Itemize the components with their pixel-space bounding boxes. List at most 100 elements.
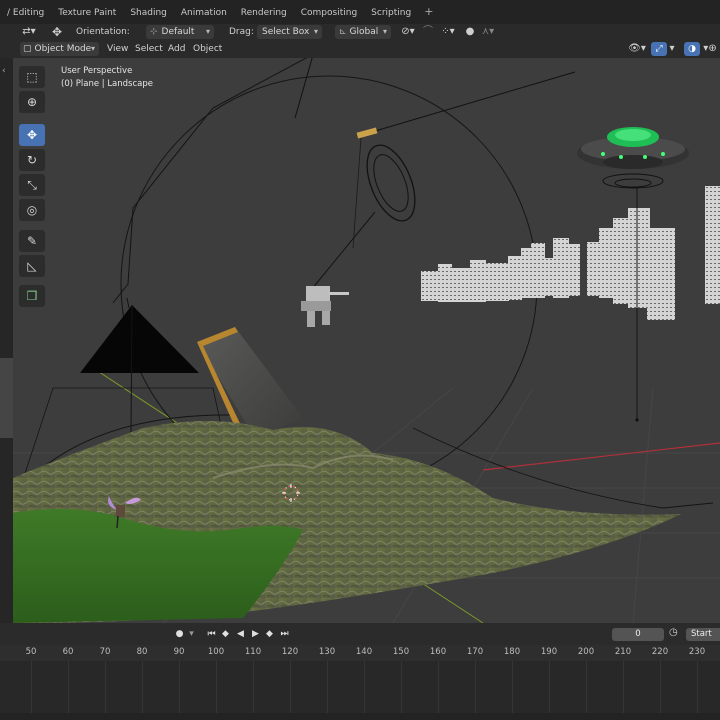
snap-icon[interactable]: ⌒ <box>422 24 434 40</box>
tool-settings-header: ⇄▾ ✥ Orientation: ⊹ Default ▾ Drag: Selec… <box>0 24 720 40</box>
add-cube-tool-icon[interactable]: ❒ <box>19 285 45 307</box>
ruler-tick: 110 <box>244 647 262 657</box>
ruler-tick: 200 <box>577 647 595 657</box>
move-tool-icon[interactable]: ✥ <box>19 124 45 146</box>
status-bar <box>0 713 720 720</box>
rotate-tool-icon[interactable]: ↻ <box>19 149 45 171</box>
play-icon[interactable]: ▶ <box>250 628 261 640</box>
chevron-down-icon: ▾ <box>313 27 318 36</box>
ruler-tick: 90 <box>173 647 185 657</box>
visibility-icon[interactable]: 👁▾ <box>626 41 648 57</box>
cursor-tool-icon[interactable]: ⊕ <box>19 91 45 113</box>
measure-tool-icon[interactable]: ◺ <box>19 255 45 277</box>
scale-tool-icon[interactable]: ⤡ <box>19 174 45 196</box>
drag-label: Drag: <box>229 27 254 37</box>
chevron-left-icon[interactable]: ‹ <box>2 66 6 76</box>
tab-shading[interactable]: Shading <box>123 0 174 24</box>
annotate-tool-icon[interactable]: ✎ <box>19 230 45 252</box>
timeline-header: ● ▾ ⏮ ◆ ◀ ▶ ◆ ⏭ 0 ◷ Start <box>0 623 720 645</box>
orientation-label: Orientation: <box>76 27 130 37</box>
spotlight-cone <box>366 144 416 222</box>
falloff-icon[interactable]: ⋏▾ <box>478 24 498 40</box>
jump-end-icon[interactable]: ⏭ <box>279 628 290 640</box>
viewport-shading-icon[interactable]: ▾⊕ <box>700 41 720 57</box>
tab-texture-paint[interactable]: Texture Paint <box>51 0 123 24</box>
menu-select[interactable]: Select <box>135 40 163 58</box>
chevron-down-icon: ▾ <box>382 27 387 36</box>
ruler-tick: 80 <box>136 647 148 657</box>
ruler-tick: 230 <box>688 647 706 657</box>
orientation-value: Default <box>161 27 195 37</box>
wire-curve <box>112 58 308 309</box>
city-buildings <box>421 186 720 320</box>
orientation-icon: ⊹ <box>150 27 158 37</box>
ruler-tick: 100 <box>207 647 225 657</box>
workspace-tabs: / Editing Texture Paint Shading Animatio… <box>0 0 720 24</box>
3d-viewport[interactable]: User Perspective (0) Plane | Landscape ⬚… <box>13 58 720 623</box>
tab-compositing[interactable]: Compositing <box>294 0 364 24</box>
ruler-tick: 60 <box>62 647 74 657</box>
ruler-tick: 140 <box>355 647 373 657</box>
adjacent-editor-preview <box>0 358 13 438</box>
pyramid-object <box>80 305 199 373</box>
ruler-tick: 130 <box>318 647 336 657</box>
snap-target-icon[interactable]: ⁘▾ <box>436 24 460 40</box>
transform-space-value: Global <box>349 27 379 37</box>
proportional-edit-icon[interactable]: ● <box>464 24 476 40</box>
prev-keyframe-icon[interactable]: ◆ <box>220 628 231 640</box>
light-direction-line <box>364 71 576 135</box>
spotlight-cone-inner <box>373 154 409 212</box>
keyframe-dot-icon[interactable]: ● <box>174 628 185 640</box>
tab-rendering[interactable]: Rendering <box>234 0 294 24</box>
tab-animation[interactable]: Animation <box>174 0 234 24</box>
global-axes-icon: ⊾ <box>339 27 347 37</box>
transform-gizmo-icon[interactable]: ✥ <box>48 24 66 40</box>
play-reverse-icon[interactable]: ◀ <box>235 628 246 640</box>
selection-mode-icon[interactable]: ⇄▾ <box>20 24 38 40</box>
start-frame-field[interactable]: Start <box>686 628 720 641</box>
orientation-dropdown[interactable]: ⊹ Default ▾ <box>146 25 214 39</box>
transform-tool-icon[interactable]: ◎ <box>19 199 45 221</box>
next-keyframe-icon[interactable]: ◆ <box>264 628 275 640</box>
ruler-tick: 170 <box>466 647 484 657</box>
object-mode-value: Object Mode <box>34 44 92 54</box>
drag-value: Select Box <box>262 27 310 37</box>
select-box-tool-icon[interactable]: ⬚ <box>19 66 45 88</box>
tab-editing[interactable]: / Editing <box>0 0 51 24</box>
timeline-ruler[interactable]: 50 60 70 80 90 100 110 120 130 140 150 1… <box>0 645 720 661</box>
pivot-point-icon[interactable]: ⊘▾ <box>398 24 418 40</box>
transform-space-dropdown[interactable]: ⊾ Global ▾ <box>335 25 391 39</box>
menu-view[interactable]: View <box>107 40 128 58</box>
ruler-tick: 150 <box>392 647 410 657</box>
left-editor-edge: ‹ <box>0 58 13 623</box>
object-mode-icon: ▢ <box>23 44 32 54</box>
mech-robot <box>301 211 376 327</box>
viewport-header: ▢ Object Mode ▾ View Select Add Object 👁▾… <box>0 40 720 58</box>
scene-render[interactable] <box>13 58 720 623</box>
ruler-tick: 220 <box>651 647 669 657</box>
menu-object[interactable]: Object <box>193 40 222 58</box>
chevron-down-icon[interactable]: ▾ <box>186 628 197 640</box>
add-workspace-button[interactable]: + <box>418 0 439 24</box>
jump-start-icon[interactable]: ⏮ <box>206 628 217 640</box>
current-frame-field[interactable]: 0 <box>612 628 664 641</box>
ruler-tick: 120 <box>281 647 299 657</box>
chevron-down-icon: ▾ <box>90 44 95 53</box>
timeline-body[interactable] <box>0 661 720 713</box>
gizmo-toggle-icon[interactable]: ⤢ <box>651 42 667 56</box>
ruler-tick: 210 <box>614 647 632 657</box>
spot-light-object <box>356 127 378 139</box>
drag-dropdown[interactable]: Select Box ▾ <box>257 25 322 39</box>
x-axis-line <box>482 442 720 471</box>
tab-scripting[interactable]: Scripting <box>364 0 418 24</box>
overlays-toggle-icon[interactable]: ◑ <box>684 42 700 56</box>
viewport-info: User Perspective (0) Plane | Landscape <box>61 65 153 91</box>
ruler-tick: 50 <box>25 647 37 657</box>
ruler-tick: 180 <box>503 647 521 657</box>
menu-add[interactable]: Add <box>168 40 185 58</box>
clock-icon[interactable]: ◷ <box>669 627 678 638</box>
chevron-down-icon: ▾ <box>205 27 210 36</box>
ruler-tick: 190 <box>540 647 558 657</box>
object-mode-dropdown[interactable]: ▢ Object Mode ▾ <box>20 42 99 56</box>
chevron-down-icon[interactable]: ▾ <box>667 41 677 57</box>
